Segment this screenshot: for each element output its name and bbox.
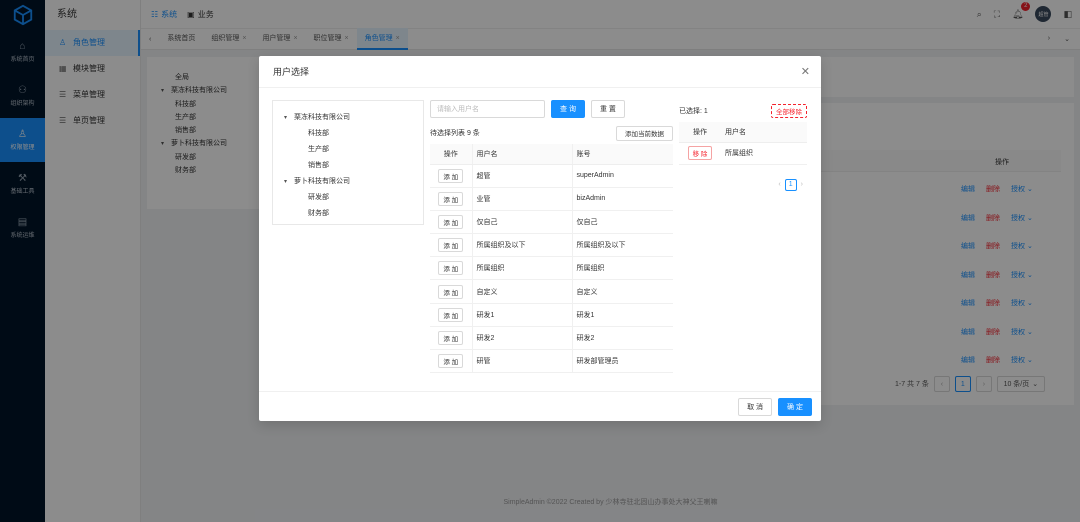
candidate-panel: 请输入用户名 查 询 重 置 待选择列表 9 条 添加当前数据 操作 用户名 账… — [430, 100, 673, 374]
username-cell: 所属组织 — [471, 256, 573, 281]
op-cell: 添 加 — [430, 187, 472, 211]
add-button[interactable]: 添 加 — [438, 238, 464, 253]
add-button[interactable]: 添 加 — [438, 330, 464, 345]
tree-node-company[interactable]: ▾ 萝卜科技有限公司 — [284, 174, 423, 190]
username-cell: 超管 — [471, 164, 573, 188]
user-select-modal: 用户选择 ✕ ▾ 栗冻科技有限公司 科技部 生产部 销售部 ▾ 萝卜科技有限公司 研发部 财务部… — [259, 56, 821, 421]
username-cell: 研发2 — [471, 326, 573, 351]
tree-node-dept[interactable]: 销售部 — [284, 158, 423, 174]
account-cell: 所属组织 — [572, 256, 673, 281]
op-cell: 添 加 — [430, 303, 472, 327]
modal-title: 用户选择 — [273, 67, 310, 77]
table-row: 移 除所属组织 — [679, 142, 807, 165]
remove-all-button[interactable]: 全部移除 — [771, 104, 807, 118]
op-cell: 添 加 — [430, 256, 472, 281]
confirm-button[interactable]: 确 定 — [778, 397, 812, 416]
username-cell: 自定义 — [471, 279, 573, 304]
selected-table: 操作 用户名 移 除所属组织 — [679, 122, 807, 165]
cancel-button[interactable]: 取 消 — [738, 397, 773, 416]
col-username: 用户名 — [721, 122, 807, 143]
op-cell: 添 加 — [430, 279, 472, 304]
col-account: 账号 — [572, 144, 673, 165]
table-row: 添 加超管 superAdmin — [430, 164, 673, 188]
account-cell: 研发部管理员 — [572, 349, 673, 374]
tree-node-dept[interactable]: 生产部 — [284, 142, 423, 158]
candidate-table: 操作 用户名 账号 添 加超管 superAdmin 添 加业管 bizAdmin 添 … — [430, 144, 673, 374]
username-cell: 研发1 — [471, 303, 573, 327]
table-row: 添 加研管 研发部管理员 — [430, 349, 673, 374]
add-button[interactable]: 添 加 — [438, 284, 464, 299]
table-row: 添 加自定义 自定义 — [430, 279, 673, 304]
add-button[interactable]: 添 加 — [438, 354, 464, 369]
reset-button[interactable]: 重 置 — [590, 100, 625, 118]
selected-panel: 已选择: 1 全部移除 操作 用户名 移 除所属组织 ‹ 1 › — [679, 100, 807, 191]
candidate-list-title: 待选择列表 9 条 — [430, 130, 480, 137]
col-op: 操作 — [430, 144, 472, 165]
chevron-right-icon[interactable]: › — [801, 181, 803, 188]
add-button[interactable]: 添 加 — [438, 168, 464, 183]
caret-down-icon[interactable]: ▾ — [284, 174, 294, 190]
account-cell: superAdmin — [572, 164, 673, 188]
remove-button[interactable]: 移 除 — [687, 146, 713, 160]
add-current-button[interactable]: 添加当前数据 — [616, 125, 673, 141]
col-op: 操作 — [679, 122, 721, 143]
username-cell: 仅自己 — [471, 210, 573, 235]
query-button[interactable]: 查 询 — [551, 100, 585, 118]
selected-pagination: ‹ 1 › — [679, 178, 807, 191]
org-tree: ▾ 栗冻科技有限公司 科技部 生产部 销售部 ▾ 萝卜科技有限公司 研发部 财务部 — [272, 100, 424, 225]
tree-node-dept[interactable]: 科技部 — [284, 126, 423, 142]
username-cell: 研管 — [471, 349, 573, 374]
close-icon[interactable]: ✕ — [801, 65, 810, 78]
table-row: 添 加研发2 研发2 — [430, 326, 673, 351]
account-cell: bizAdmin — [572, 187, 673, 211]
table-row: 添 加研发1 研发1 — [430, 303, 673, 327]
op-cell: 移 除 — [679, 142, 721, 165]
add-button[interactable]: 添 加 — [438, 191, 464, 206]
tree-node-label: 栗冻科技有限公司 — [294, 114, 350, 121]
username-cell: 所属组织及以下 — [471, 233, 573, 258]
table-row: 添 加仅自己 仅自己 — [430, 210, 673, 235]
op-cell: 添 加 — [430, 326, 472, 351]
col-username: 用户名 — [471, 144, 573, 165]
op-cell: 添 加 — [430, 164, 472, 188]
caret-down-icon[interactable]: ▾ — [284, 110, 294, 126]
account-cell: 自定义 — [572, 279, 673, 304]
selected-count: 已选择: 1 — [679, 108, 708, 115]
table-row: 添 加业管 bizAdmin — [430, 187, 673, 211]
tree-node-company[interactable]: ▾ 栗冻科技有限公司 — [284, 110, 423, 126]
tree-node-dept[interactable]: 研发部 — [284, 190, 423, 206]
table-row: 添 加所属组织及以下 所属组织及以下 — [430, 233, 673, 258]
username-cell: 所属组织 — [721, 142, 807, 165]
op-cell: 添 加 — [430, 210, 472, 235]
username-search-input[interactable]: 请输入用户名 — [430, 100, 545, 118]
add-button[interactable]: 添 加 — [438, 307, 464, 322]
table-row: 添 加所属组织 所属组织 — [430, 256, 673, 281]
account-cell: 研发1 — [572, 303, 673, 327]
username-cell: 业管 — [471, 187, 573, 211]
page-number[interactable]: 1 — [784, 178, 797, 191]
op-cell: 添 加 — [430, 349, 472, 374]
tree-node-dept[interactable]: 财务部 — [284, 206, 423, 222]
account-cell: 仅自己 — [572, 210, 673, 235]
tree-node-label: 萝卜科技有限公司 — [294, 178, 350, 185]
account-cell: 所属组织及以下 — [572, 233, 673, 258]
op-cell: 添 加 — [430, 233, 472, 258]
account-cell: 研发2 — [572, 326, 673, 351]
chevron-left-icon[interactable]: ‹ — [778, 181, 780, 188]
add-button[interactable]: 添 加 — [438, 261, 464, 276]
add-button[interactable]: 添 加 — [438, 214, 464, 229]
